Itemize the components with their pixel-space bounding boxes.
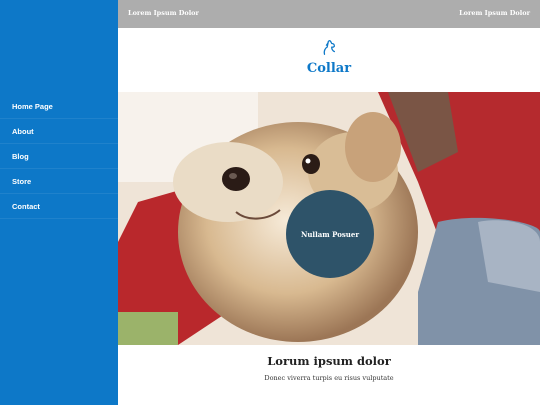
hero-badge[interactable]: Nullam Posuer [286, 190, 374, 278]
sidebar: Home Page About Blog Store Contact [0, 0, 118, 405]
content-subtext: Donec viverra turpis eu risus vulputate [264, 374, 394, 382]
dog-head-icon[interactable] [320, 39, 338, 57]
sidebar-item-about[interactable]: About [0, 119, 118, 144]
top-bar-left-link[interactable]: Lorem Ipsum Dolor [128, 9, 199, 17]
top-bar-right-link[interactable]: Lorem Ipsum Dolor [459, 9, 530, 17]
brand-header: Collar [118, 28, 540, 92]
hero-image: Nullam Posuer [118, 92, 540, 345]
top-bar: Lorem Ipsum Dolor Lorem Ipsum Dolor [118, 0, 540, 28]
sidebar-item-store[interactable]: Store [0, 169, 118, 194]
sidebar-item-contact[interactable]: Contact [0, 194, 118, 219]
site-title[interactable]: Collar [118, 61, 540, 76]
sidebar-item-home-page[interactable]: Home Page [0, 94, 118, 119]
content-section: Lorum ipsum dolor Donec viverra turpis e… [118, 345, 540, 405]
content-heading: Lorum ipsum dolor [267, 354, 391, 368]
hero-badge-label: Nullam Posuer [300, 229, 360, 239]
sidebar-item-blog[interactable]: Blog [0, 144, 118, 169]
sidebar-nav: Home Page About Blog Store Contact [0, 94, 118, 219]
